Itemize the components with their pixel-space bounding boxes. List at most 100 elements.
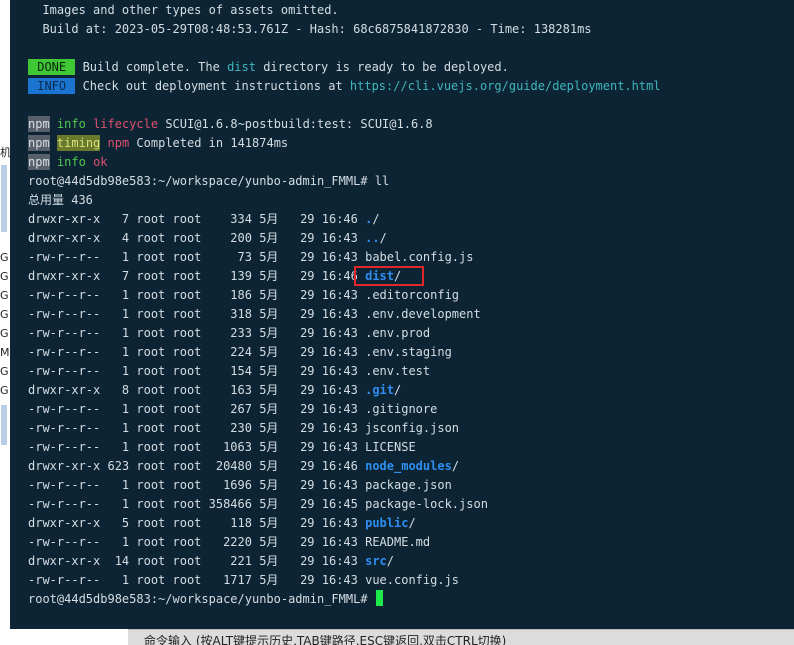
listing-row: -rw-r--r-- 1 root root 224 5月 29 16:43 .… [28, 343, 788, 362]
directory-name[interactable]: src [365, 554, 387, 568]
left-side-panel-strip: 机GGGGGMGG [0, 0, 10, 644]
file-name[interactable]: jsconfig.json [365, 421, 459, 435]
file-meta: -rw-r--r-- 1 root root 186 5月 29 16:43 [28, 288, 366, 302]
side-panel-glyph: G [0, 308, 9, 321]
slash: / [451, 459, 460, 473]
file-meta: drwxr-xr-x 7 root root 334 5月 29 16:46 [28, 212, 366, 226]
dist-highlight-annotation [354, 266, 424, 286]
done-dist-word: dist [227, 60, 256, 74]
file-name[interactable]: .editorconfig [365, 288, 459, 302]
file-name[interactable]: .env.development [365, 307, 481, 321]
listing-row: drwxr-xr-x 623 root root 20480 5月 29 16:… [28, 457, 788, 476]
file-meta: -rw-r--r-- 1 root root 2220 5月 29 16:43 [28, 535, 366, 549]
file-meta: -rw-r--r-- 1 root root 1717 5月 29 16:43 [28, 573, 366, 587]
listing-row: -rw-r--r-- 1 root root 2220 5月 29 16:43 … [28, 533, 788, 552]
file-meta: -rw-r--r-- 1 root root 233 5月 29 16:43 [28, 326, 366, 340]
npm-keyword: ok [93, 155, 108, 169]
listing-row: drwxr-xr-x 7 root root 334 5月 29 16:46 .… [28, 210, 788, 229]
build-info-line: Images and other types of assets omitted… [28, 1, 788, 20]
shell-command: ll [374, 174, 390, 188]
side-panel-bar [1, 218, 7, 232]
build-info-line: Build at: 2023-05-29T08:48:53.761Z - Has… [28, 20, 788, 39]
file-name[interactable]: README.md [365, 535, 430, 549]
npm-log-line: npm info lifecycle SCUI@1.6.8~postbuild:… [28, 115, 788, 134]
listing-row: drwxr-xr-x 8 root root 163 5月 29 16:43 .… [28, 381, 788, 400]
side-panel-glyph: G [0, 251, 9, 264]
npm-message: SCUI@1.6.8~postbuild:test: SCUI@1.6.8 [158, 117, 433, 131]
listing-row: -rw-r--r-- 1 root root 233 5月 29 16:43 .… [28, 324, 788, 343]
file-meta: drwxr-xr-x 7 root root 139 5月 29 16:46 [28, 269, 366, 283]
npm-level-info: info [56, 117, 86, 131]
file-name[interactable]: vue.config.js [365, 573, 459, 587]
shell-prompt: root@44d5db98e583:~/workspace/yunbo-admi… [28, 174, 375, 188]
terminal-window[interactable]: Images and other types of assets omitted… [10, 0, 794, 629]
file-name[interactable]: package-lock.json [365, 497, 488, 511]
slash: / [379, 231, 387, 245]
listing-row: -rw-r--r-- 1 root root 1696 5月 29 16:43 … [28, 476, 788, 495]
directory-name[interactable]: .git [365, 383, 394, 397]
done-line: DONE Build complete. The dist directory … [28, 58, 788, 77]
shell-prompt: root@44d5db98e583:~/workspace/yunbo-admi… [28, 592, 375, 606]
file-name[interactable]: babel.config.js [365, 250, 473, 264]
build-info-text: Build at: 2023-05-29T08:48:53.761Z - Has… [28, 22, 592, 36]
directory-name[interactable]: .. [365, 231, 379, 245]
file-name[interactable]: .env.staging [365, 345, 452, 359]
final-prompt-line: root@44d5db98e583:~/workspace/yunbo-admi… [28, 590, 788, 609]
listing-row: -rw-r--r-- 1 root root 267 5月 29 16:43 .… [28, 400, 788, 419]
file-name[interactable]: package.json [365, 478, 452, 492]
info-badge: INFO [28, 78, 76, 94]
side-panel-glyph: M [0, 346, 10, 359]
directory-name[interactable]: node_modules [365, 459, 452, 473]
listing-row: -rw-r--r-- 1 root root 230 5月 29 16:43 j… [28, 419, 788, 438]
side-panel-glyph: G [0, 270, 9, 283]
file-meta: -rw-r--r-- 1 root root 224 5月 29 16:43 [28, 345, 366, 359]
slash: / [394, 383, 402, 397]
slash: / [386, 554, 395, 568]
slash: / [372, 212, 380, 226]
file-meta: -rw-r--r-- 1 root root 358466 5月 29 16:4… [28, 497, 366, 511]
listing-row: -rw-r--r-- 1 root root 1063 5月 29 16:43 … [28, 438, 788, 457]
file-meta: drwxr-xr-x 14 root root 221 5月 29 16:43 [28, 554, 366, 568]
file-meta: -rw-r--r-- 1 root root 318 5月 29 16:43 [28, 307, 366, 321]
listing-row: -rw-r--r-- 1 root root 1717 5月 29 16:43 … [28, 571, 788, 590]
file-meta: drwxr-xr-x 623 root root 20480 5月 29 16:… [28, 459, 366, 473]
listing-row: drwxr-xr-x 4 root root 200 5月 29 16:43 .… [28, 229, 788, 248]
file-name[interactable]: LICENSE [365, 440, 416, 454]
done-text: Build complete. The [75, 60, 228, 74]
file-name[interactable]: .env.test [365, 364, 430, 378]
side-panel-glyph: G [0, 327, 9, 340]
listing-row: -rw-r--r-- 1 root root 358466 5月 29 16:4… [28, 495, 788, 514]
command-input-hint: 命令输入 (按ALT键提示历史,TAB键路径,ESC键返回,双击CTRL切换) [144, 634, 507, 645]
file-meta: -rw-r--r-- 1 root root 154 5月 29 16:43 [28, 364, 366, 378]
side-panel-glyph: G [0, 289, 9, 302]
side-panel-glyph: 机 [0, 146, 10, 159]
file-name[interactable]: .gitignore [365, 402, 437, 416]
info-text: Check out deployment instructions at [75, 79, 350, 93]
file-meta: drwxr-xr-x 5 root root 118 5月 29 16:43 [28, 516, 366, 530]
npm-badge: npm [28, 154, 50, 170]
listing-row: -rw-r--r-- 1 root root 318 5月 29 16:43 .… [28, 305, 788, 324]
npm-message: Completed in 141874ms [129, 136, 289, 150]
npm-badge: npm [28, 116, 50, 132]
listing-row: drwxr-xr-x 5 root root 118 5月 29 16:43 p… [28, 514, 788, 533]
done-tail: directory is ready to be deployed. [255, 60, 509, 74]
npm-keyword: lifecycle [93, 117, 159, 131]
command-line: root@44d5db98e583:~/workspace/yunbo-admi… [28, 172, 788, 191]
file-meta: -rw-r--r-- 1 root root 73 5月 29 16:43 [28, 250, 366, 264]
deployment-link[interactable]: https://cli.vuejs.org/guide/deployment.h… [350, 79, 661, 93]
terminal-output: Images and other types of assets omitted… [28, 1, 788, 609]
listing-row: -rw-r--r-- 1 root root 73 5月 29 16:43 ba… [28, 248, 788, 267]
command-input-bar[interactable]: 命令输入 (按ALT键提示历史,TAB键路径,ESC键返回,双击CTRL切换) [128, 629, 794, 645]
npm-keyword: npm [107, 136, 130, 150]
side-panel-glyph: G [0, 365, 9, 378]
slash: / [408, 516, 416, 530]
directory-name[interactable]: public [365, 516, 408, 530]
npm-level-timing: timing [56, 135, 101, 151]
file-name[interactable]: .env.prod [365, 326, 430, 340]
